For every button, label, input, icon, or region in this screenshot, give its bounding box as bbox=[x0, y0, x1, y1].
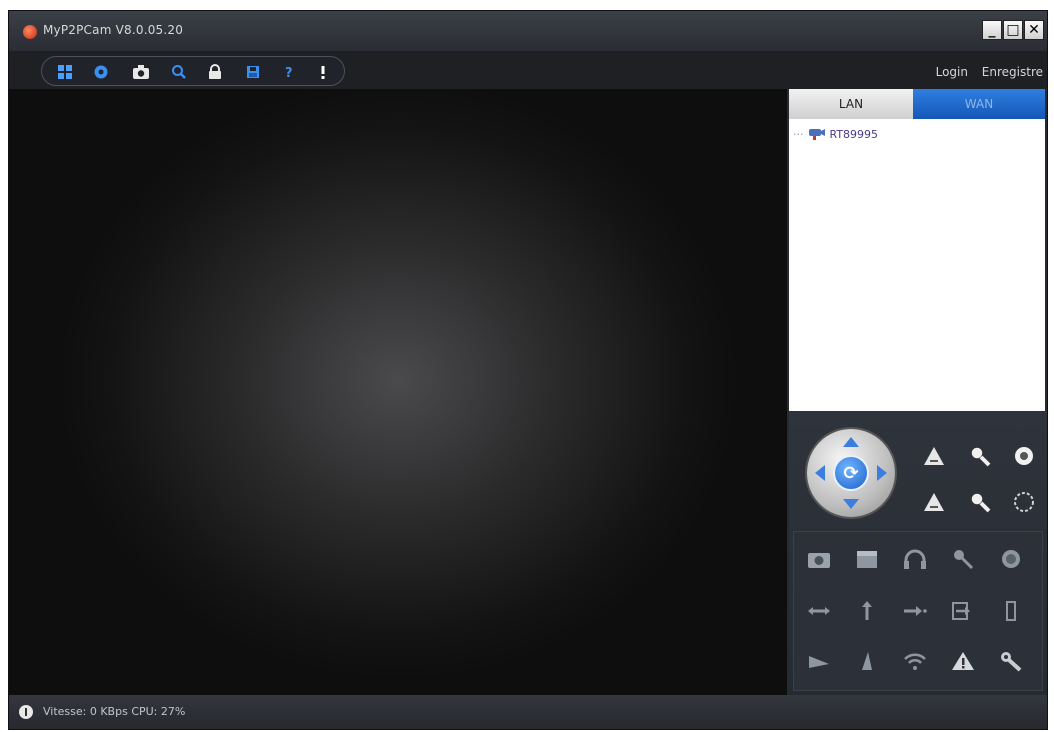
clapperboard-icon[interactable] bbox=[850, 542, 884, 576]
device-name: RT89995 bbox=[829, 127, 879, 141]
status-bar: Vitesse: 0 KBps CPU: 27% bbox=[9, 695, 1047, 729]
camera-icon bbox=[808, 129, 825, 140]
function-button-grid bbox=[793, 531, 1043, 691]
record-camera-icon[interactable] bbox=[802, 542, 836, 576]
help-icon[interactable]: ? bbox=[278, 61, 300, 83]
tree-line-icon: ··· bbox=[793, 127, 804, 141]
flip-icon[interactable] bbox=[994, 594, 1028, 628]
status-text: Vitesse: 0 KBps CPU: 27% bbox=[43, 705, 186, 718]
focus-plus-icon[interactable] bbox=[919, 441, 949, 471]
register-link[interactable]: Enregistre bbox=[982, 65, 1043, 79]
horizontal-patrol-icon[interactable] bbox=[802, 594, 836, 628]
grid-view-icon[interactable] bbox=[54, 61, 76, 83]
login-link[interactable]: Login bbox=[936, 65, 968, 79]
search-icon[interactable] bbox=[168, 61, 190, 83]
app-window: MyP2PCam V8.0.05.20 _ □ ✕ ? Login Enregi… bbox=[8, 10, 1048, 730]
svg-text:?: ? bbox=[285, 66, 293, 80]
alarm-warning-icon[interactable] bbox=[946, 644, 980, 678]
list-item[interactable]: ··· RT89995 bbox=[793, 127, 878, 141]
pan-up-button[interactable] bbox=[843, 437, 859, 447]
iris-open-icon[interactable] bbox=[1009, 441, 1039, 471]
iris-close-icon[interactable] bbox=[1009, 487, 1039, 517]
title-bar[interactable]: MyP2PCam V8.0.05.20 _ □ ✕ bbox=[9, 11, 1047, 51]
pan-down-button[interactable] bbox=[843, 499, 859, 509]
headphones-icon[interactable] bbox=[898, 542, 932, 576]
toolbar-group: ? bbox=[41, 56, 345, 86]
wrench-settings-icon[interactable] bbox=[994, 644, 1028, 678]
ptz-joystick[interactable]: ⟳ bbox=[807, 429, 895, 517]
auto-rotate-button[interactable]: ⟳ bbox=[833, 455, 869, 491]
settings-icon[interactable] bbox=[90, 61, 112, 83]
save-icon[interactable] bbox=[242, 61, 264, 83]
right-panel: LAN WAN ··· RT89995 ⟳ bbox=[787, 89, 1047, 695]
preset-icon[interactable] bbox=[994, 542, 1028, 576]
snapshot-icon[interactable] bbox=[130, 61, 152, 83]
lock-icon[interactable] bbox=[204, 61, 226, 83]
ptz-control-panel: ⟳ bbox=[789, 411, 1047, 695]
auth-links: Login Enregistre bbox=[926, 65, 1043, 79]
focus-minus-icon[interactable] bbox=[919, 487, 949, 517]
tab-wan[interactable]: WAN bbox=[913, 89, 1045, 119]
minimize-button[interactable]: _ bbox=[982, 20, 1002, 40]
info-icon[interactable] bbox=[312, 61, 334, 83]
wifi-icon[interactable] bbox=[898, 644, 932, 678]
mirror-icon[interactable] bbox=[802, 644, 836, 678]
close-button[interactable]: ✕ bbox=[1024, 20, 1044, 40]
io-output-icon[interactable] bbox=[946, 594, 980, 628]
zoom-in-icon[interactable] bbox=[965, 441, 995, 471]
tab-lan[interactable]: LAN bbox=[789, 89, 913, 119]
video-view[interactable] bbox=[9, 89, 787, 695]
window-title: MyP2PCam V8.0.05.20 bbox=[43, 23, 184, 37]
app-logo-icon bbox=[23, 25, 37, 39]
sharpness-icon[interactable] bbox=[850, 644, 884, 678]
maximize-button[interactable]: □ bbox=[1003, 20, 1023, 40]
vertical-patrol-icon[interactable] bbox=[850, 594, 884, 628]
pan-right-button[interactable] bbox=[877, 465, 887, 481]
power-icon[interactable] bbox=[19, 705, 33, 719]
device-list: ··· RT89995 bbox=[789, 119, 1045, 411]
toolbar: ? bbox=[9, 51, 1047, 89]
stop-patrol-icon[interactable] bbox=[898, 594, 932, 628]
zoom-out-icon[interactable] bbox=[965, 487, 995, 517]
pan-left-button[interactable] bbox=[815, 465, 825, 481]
microphone-icon[interactable] bbox=[946, 542, 980, 576]
